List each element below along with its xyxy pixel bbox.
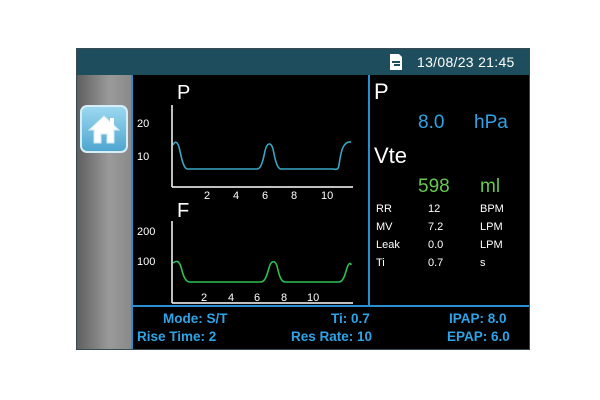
pressure-y-tick: 20 xyxy=(137,118,149,130)
sidebar xyxy=(77,75,131,349)
flow-x-tick: 4 xyxy=(228,292,234,304)
readings-panel: P 8.0 hPa Vte 598 ml RR 12 BPM MV 7.2 LP… xyxy=(370,75,529,305)
rr-label: RR xyxy=(376,203,392,215)
vte-label: Vte xyxy=(374,143,408,168)
mv-value: 7.2 xyxy=(428,221,444,233)
pressure-x-tick: 10 xyxy=(321,190,333,202)
pressure-x-tick: 6 xyxy=(262,190,268,202)
pressure-waveform xyxy=(172,141,352,171)
mv-unit: LPM xyxy=(480,221,503,233)
pressure-x-tick: 2 xyxy=(204,190,210,202)
mode-setting: Mode: S/T xyxy=(163,311,228,326)
pressure-value: 8.0 xyxy=(418,112,445,133)
sd-card-icon xyxy=(389,54,403,75)
rr-value: 12 xyxy=(428,203,441,215)
pressure-unit: hPa xyxy=(474,112,508,133)
pressure-reading-label: P xyxy=(374,79,389,104)
ti-value: 0.7 xyxy=(428,257,444,269)
settings-bar: Mode: S/T Rise Time: 2 Ti: 0.7 Res Rate:… xyxy=(133,307,529,349)
flow-x-tick: 10 xyxy=(307,292,319,304)
home-icon xyxy=(88,115,120,144)
res-rate-setting: Res Rate: 10 xyxy=(291,329,373,344)
leak-value: 0.0 xyxy=(428,239,444,251)
pressure-x-tick: 8 xyxy=(291,190,297,202)
ipap-setting: IPAP: 8.0 xyxy=(449,311,507,326)
vte-unit: ml xyxy=(480,176,501,197)
ti-label: Ti xyxy=(376,257,385,269)
pressure-y-tick: 10 xyxy=(137,151,149,163)
pressure-graph-label: P xyxy=(177,82,190,104)
ventilator-screen: 13/08/23 21:45 P 20 10 2 4 6 8 10 F 200 … xyxy=(76,48,530,350)
pressure-x-tick: 4 xyxy=(233,190,239,202)
flow-waveform xyxy=(172,260,352,283)
flow-y-tick: 100 xyxy=(137,256,155,268)
waveform-area: P 20 10 2 4 6 8 10 F 200 100 2 4 6 8 10 xyxy=(131,75,369,305)
status-bar: 13/08/23 21:45 xyxy=(77,49,529,75)
epap-setting: EPAP: 6.0 xyxy=(447,329,510,344)
home-button[interactable] xyxy=(80,105,128,153)
leak-unit: LPM xyxy=(480,239,503,251)
flow-x-tick: 2 xyxy=(201,292,207,304)
rise-time-setting: Rise Time: 2 xyxy=(137,329,217,344)
date-time: 13/08/23 21:45 xyxy=(417,54,515,70)
flow-x-tick: 6 xyxy=(254,292,260,304)
flow-x-tick: 8 xyxy=(281,292,287,304)
flow-y-tick: 200 xyxy=(137,226,155,238)
flow-graph-label: F xyxy=(177,200,189,222)
ti-setting: Ti: 0.7 xyxy=(331,311,370,326)
rr-unit: BPM xyxy=(480,203,504,215)
vte-value: 598 xyxy=(418,176,450,197)
ti-unit: s xyxy=(480,257,486,269)
leak-label: Leak xyxy=(376,239,400,251)
mv-label: MV xyxy=(376,221,393,233)
